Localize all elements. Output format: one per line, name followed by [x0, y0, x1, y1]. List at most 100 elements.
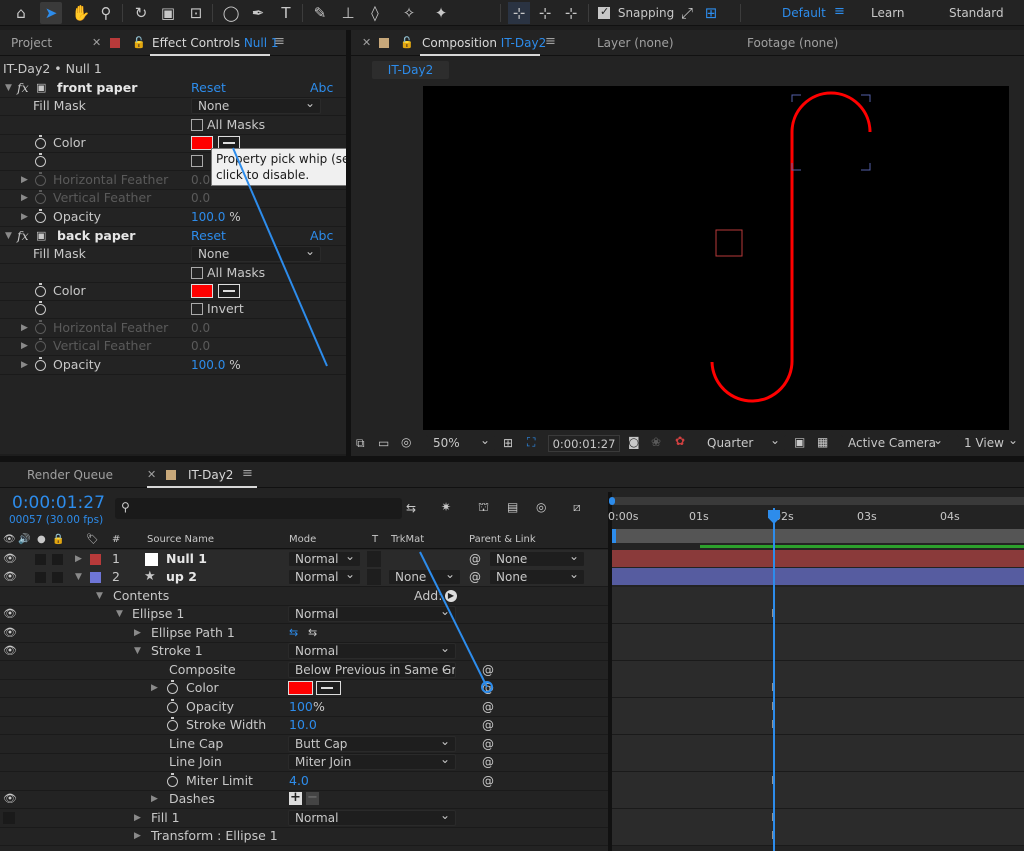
label-icon[interactable]: 🏷: [86, 531, 99, 549]
close-icon[interactable]: ✕: [92, 36, 101, 49]
prop-ellipse1[interactable]: 👁 ▼ Ellipse 1 Normal: [0, 604, 608, 624]
remove-dash-button[interactable]: −: [306, 791, 319, 805]
timeline-search-input[interactable]: ⚲: [115, 498, 402, 519]
invert-checkbox[interactable]: Invert: [191, 300, 244, 318]
pickwhip-spiral-icon[interactable]: @: [482, 698, 494, 716]
eye-icon[interactable]: 👁: [3, 605, 17, 623]
prop-contents[interactable]: ▼ Contents Add: ▶: [0, 587, 608, 606]
camera-dropdown[interactable]: Active Camera: [841, 433, 949, 451]
parent-pickwhip-icon[interactable]: @: [469, 568, 481, 586]
tab-layer[interactable]: Layer (none): [597, 36, 674, 50]
layer-row[interactable]: 👁 ▶ 1 Null 1 Normal @ None: [0, 549, 608, 569]
workspace-default[interactable]: Default: [782, 6, 826, 20]
opacity-value[interactable]: 100.0: [191, 358, 225, 372]
eye-icon[interactable]: 👁: [3, 790, 17, 808]
reset-button[interactable]: Reset: [191, 79, 226, 97]
col-trkmat[interactable]: TrkMat: [391, 531, 424, 549]
reset-button[interactable]: Reset: [191, 227, 226, 245]
audio-switch-icon[interactable]: 🔊: [18, 531, 30, 549]
camera-tool-icon[interactable]: ▣: [157, 2, 179, 24]
fill-mask-dropdown[interactable]: None: [191, 96, 321, 114]
composite-dropdown[interactable]: Below Previous in Same Gr: [288, 662, 456, 678]
opacity-value[interactable]: 100.0: [191, 210, 225, 224]
playhead-line[interactable]: [773, 508, 775, 851]
eye-icon[interactable]: 👁: [3, 642, 17, 660]
resolution-dropdown[interactable]: Quarter: [700, 433, 786, 451]
monitor-icon[interactable]: ▭: [378, 436, 389, 450]
puppet-tool-icon[interactable]: ✦: [430, 2, 452, 24]
eraser-tool-icon[interactable]: ◊: [364, 2, 386, 24]
opacity-value[interactable]: 100: [289, 698, 313, 716]
panel-menu-icon[interactable]: ≡: [545, 34, 556, 49]
pickwhip-spiral-icon[interactable]: @: [482, 735, 494, 753]
timecode-field[interactable]: 0:00:01:27: [548, 435, 620, 452]
about-link[interactable]: Abc: [310, 79, 333, 97]
tab-composition[interactable]: Composition IT-Day2: [422, 36, 546, 50]
effect-front-paper[interactable]: ▼ fx ▣ front paper Reset Abc: [0, 79, 346, 98]
always-preview-icon[interactable]: ⧉: [356, 436, 365, 451]
prop-line-join[interactable]: Line Join Miter Join @: [0, 752, 608, 772]
vertical-feather-value[interactable]: 0.0: [191, 337, 210, 355]
prop-stroke1[interactable]: 👁 ▼ Stroke 1 Normal: [0, 641, 608, 661]
pickwhip-spiral-icon[interactable]: @: [482, 753, 494, 771]
miter-limit-value[interactable]: 4.0: [289, 772, 309, 790]
snapping-checkbox[interactable]: [598, 5, 610, 19]
home-icon[interactable]: ⌂: [10, 2, 32, 24]
color-swatch[interactable]: [191, 136, 213, 150]
layer-row[interactable]: 👁 ▼ 2 ★ up 2 Normal None @ None: [0, 567, 608, 587]
add-dash-button[interactable]: +: [289, 791, 302, 805]
workspace-menu-icon[interactable]: ≡: [834, 4, 845, 19]
layer-name[interactable]: Null 1: [166, 550, 207, 568]
eyedropper-icon[interactable]: [316, 681, 341, 695]
all-masks-checkbox[interactable]: All Masks: [191, 116, 265, 134]
workspace-standard[interactable]: Standard: [949, 6, 1004, 20]
line-join-dropdown[interactable]: Miter Join: [288, 752, 456, 770]
work-area-start-handle[interactable]: [609, 497, 615, 505]
stroke-width-value[interactable]: 10.0: [289, 716, 317, 734]
col-source-name[interactable]: Source Name: [147, 531, 214, 549]
axis-view-icon[interactable]: ⊹: [560, 2, 582, 24]
video-switch-icon[interactable]: 👁: [3, 531, 16, 549]
shy-layers-icon[interactable]: ⛫: [478, 500, 489, 516]
region-of-interest-icon[interactable]: ⛶: [527, 435, 535, 450]
work-area-bar[interactable]: [612, 497, 1024, 505]
mask-visibility-icon[interactable]: ◎: [401, 435, 411, 449]
prop-ellipse-path[interactable]: 👁 ▶ Ellipse Path 1 ⇆ ⇆: [0, 624, 608, 643]
grid-guides-icon[interactable]: ⊞: [503, 436, 513, 450]
pickwhip-spiral-icon[interactable]: @: [482, 661, 494, 679]
workspace-learn[interactable]: Learn: [871, 6, 905, 20]
zoom-dropdown[interactable]: 50%: [426, 433, 496, 451]
horizontal-feather-value[interactable]: 0.0: [191, 171, 210, 189]
stopwatch-icon[interactable]: [35, 301, 46, 315]
prop-color[interactable]: ▶ Color @: [0, 679, 608, 698]
mode-dropdown[interactable]: Normal: [288, 604, 456, 622]
null-object-box[interactable]: [715, 229, 743, 257]
close-icon[interactable]: ✕: [362, 36, 371, 49]
horizontal-feather-value[interactable]: 0.0: [191, 319, 210, 337]
layer2-duration-bar[interactable]: [612, 568, 1024, 585]
parent-pickwhip-icon[interactable]: @: [469, 550, 481, 568]
pickwhip-spiral-icon[interactable]: @: [482, 716, 494, 734]
solo-switch-icon[interactable]: ●: [37, 531, 46, 549]
eye-icon[interactable]: 👁: [3, 550, 17, 568]
snap-grid-icon[interactable]: ⊞: [700, 2, 722, 24]
trkmat-dropdown[interactable]: None: [388, 567, 461, 585]
stopwatch-icon[interactable]: [35, 172, 46, 186]
parent-dropdown[interactable]: None: [489, 549, 585, 567]
mode-dropdown[interactable]: Normal: [288, 549, 361, 567]
mode-dropdown[interactable]: Normal: [288, 641, 456, 659]
eyedropper-icon[interactable]: [218, 284, 240, 298]
path-direction-icon[interactable]: ⇆: [289, 624, 298, 642]
snap-edges-icon[interactable]: ⤢: [676, 2, 698, 24]
mode-dropdown[interactable]: Normal: [288, 567, 361, 585]
parent-dropdown[interactable]: None: [489, 567, 585, 585]
eye-icon[interactable]: 👁: [3, 568, 17, 586]
views-dropdown[interactable]: 1 View: [957, 433, 1024, 451]
col-parent[interactable]: Parent & Link: [469, 531, 536, 549]
col-mode[interactable]: Mode: [289, 531, 316, 549]
add-menu-icon[interactable]: ▶: [445, 590, 457, 602]
show-snapshot-icon[interactable]: ❀: [651, 435, 661, 449]
path-direction-reverse-icon[interactable]: ⇆: [308, 624, 317, 642]
prop-composite[interactable]: Composite Below Previous in Same Gr @: [0, 661, 608, 680]
stopwatch-icon[interactable]: [35, 153, 46, 167]
